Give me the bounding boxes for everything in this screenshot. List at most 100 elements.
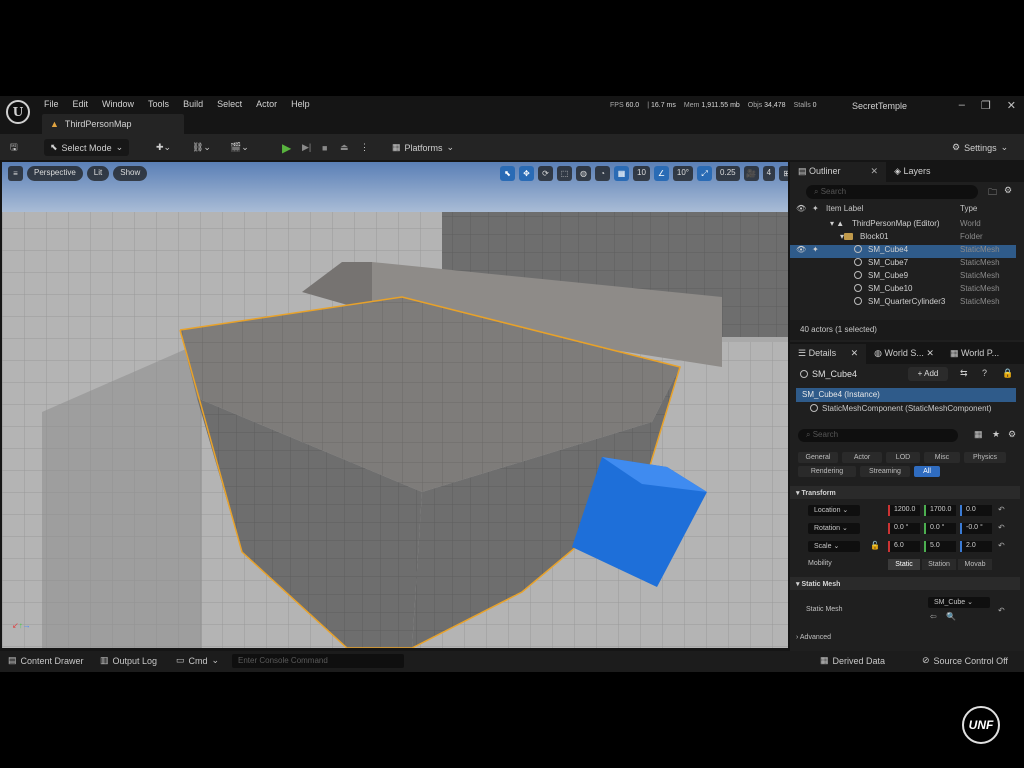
close-tab-icon[interactable]: ✕ xyxy=(871,166,879,176)
grid-view-icon[interactable]: ▦ xyxy=(974,429,983,440)
outliner-row[interactable]: SM_QuarterCylinder3 StaticMesh xyxy=(790,297,1016,310)
play-options-icon[interactable]: ⋮ xyxy=(360,139,369,156)
star-icon[interactable]: ★ xyxy=(992,429,1000,440)
rotation-snap-icon[interactable]: ∠ xyxy=(653,166,669,181)
grid-snap-value[interactable]: 10 xyxy=(633,166,650,181)
rotation-x-field[interactable]: 0.0 ° xyxy=(888,523,920,534)
menu-tools[interactable]: Tools xyxy=(148,99,169,109)
pin-icon[interactable]: ✦ xyxy=(812,245,819,254)
find-in-browser-icon[interactable]: 🔍 xyxy=(946,612,956,621)
rotation-snap-value[interactable]: 10° xyxy=(672,166,694,181)
reset-icon[interactable]: ↶ xyxy=(998,523,1005,532)
play-icon[interactable]: ▶ xyxy=(282,139,291,156)
menu-build[interactable]: Build xyxy=(183,99,203,109)
camera-speed-icon[interactable]: 🎥 xyxy=(743,166,759,181)
tab-world-partition[interactable]: ▦ World P... xyxy=(942,344,1007,364)
cmd-dropdown[interactable]: ▭ Cmd ⌄ xyxy=(176,655,219,666)
world-space-icon[interactable]: ◍ xyxy=(576,166,591,181)
lock-icon[interactable]: 🔒 xyxy=(1002,368,1013,379)
mobility-movable[interactable]: Movab xyxy=(958,559,992,570)
perspective-button[interactable]: Perspective xyxy=(27,166,83,181)
advanced-section[interactable]: › Advanced xyxy=(796,634,831,641)
select-tool-icon[interactable]: ⬉ xyxy=(500,166,515,181)
close-tab-icon[interactable]: ✕ xyxy=(851,348,859,358)
cinematics-button[interactable]: 🎬⌄ xyxy=(230,139,249,156)
source-control-button[interactable]: ⊘ Source Control Off xyxy=(922,655,1008,666)
eject-icon[interactable]: ⏏ xyxy=(340,139,349,156)
select-mode-dropdown[interactable]: ⬉ Select Mode ⌄ xyxy=(44,139,130,156)
camera-speed-value[interactable]: 4 xyxy=(762,166,776,181)
browse-icon[interactable]: ⇦ xyxy=(930,612,937,621)
tab-layers[interactable]: ◈ Layers xyxy=(886,162,938,182)
type-header[interactable]: Type xyxy=(960,204,977,213)
content-drawer-button[interactable]: ▤ Content Drawer xyxy=(8,655,84,666)
reset-icon[interactable]: ↶ xyxy=(998,541,1005,550)
platforms-button[interactable]: ▦ Platforms ⌄ xyxy=(392,139,454,156)
reset-icon[interactable]: ↶ xyxy=(998,606,1005,615)
filter-general[interactable]: General xyxy=(798,452,838,463)
location-z-field[interactable]: 0.0 xyxy=(960,505,992,516)
maximize-viewport-icon[interactable]: ⊞ xyxy=(779,166,788,181)
location-x-field[interactable]: 1200.0 xyxy=(888,505,920,516)
outliner-settings-icon[interactable]: ⚙ xyxy=(1004,185,1012,196)
hamburger-icon[interactable]: ≡ xyxy=(8,166,23,181)
details-search-input[interactable]: ⌕ Search xyxy=(798,429,958,442)
scale-snap-icon[interactable]: ⤢ xyxy=(697,166,713,181)
console-input[interactable]: Enter Console Command xyxy=(232,654,404,668)
scale-tool-icon[interactable]: ⬚ xyxy=(557,166,572,181)
filter-streaming[interactable]: Streaming xyxy=(860,466,910,477)
settings-button[interactable]: ⚙ Settings ⌄ xyxy=(952,139,1008,156)
rotate-tool-icon[interactable]: ⟳ xyxy=(538,166,553,181)
scale-dropdown[interactable]: Scale ⌄ xyxy=(808,541,860,552)
show-button[interactable]: Show xyxy=(113,166,148,181)
viewport-scene[interactable] xyxy=(2,162,788,648)
grid-snap-icon[interactable]: ▦ xyxy=(614,166,629,181)
outliner-row[interactable]: SM_Cube10 StaticMesh xyxy=(790,284,1016,297)
scale-x-field[interactable]: 6.0 xyxy=(888,541,920,552)
translate-tool-icon[interactable]: ✥ xyxy=(519,166,534,181)
mobility-static[interactable]: Static xyxy=(888,559,920,570)
minimize-icon[interactable]: – xyxy=(959,99,965,112)
menu-window[interactable]: Window xyxy=(102,99,134,109)
outliner-row-selected[interactable]: 👁 ✦ SM_Cube4 StaticMesh xyxy=(790,245,1016,258)
static-mesh-dropdown[interactable]: SM_Cube ⌄ xyxy=(928,597,990,608)
close-icon[interactable]: ✕ xyxy=(1007,99,1016,112)
outliner-row[interactable]: SM_Cube9 StaticMesh xyxy=(790,271,1016,284)
mobility-stationary[interactable]: Station xyxy=(922,559,956,570)
menu-help[interactable]: Help xyxy=(291,99,310,109)
outliner-row[interactable]: ▾ ▲ ThirdPersonMap (Editor) World xyxy=(790,219,1016,232)
filter-rendering[interactable]: Rendering xyxy=(798,466,856,477)
blueprint-icon[interactable]: ⇆ xyxy=(960,368,968,379)
instance-row[interactable]: SM_Cube4 (Instance) xyxy=(796,388,1016,402)
help-icon[interactable]: ? xyxy=(982,368,987,378)
filter-all[interactable]: All xyxy=(914,466,940,477)
filter-lod[interactable]: LOD xyxy=(886,452,920,463)
rotation-z-field[interactable]: -0.0 ° xyxy=(960,523,992,534)
derived-data-button[interactable]: ▦ Derived Data xyxy=(820,655,885,666)
rotation-dropdown[interactable]: Rotation ⌄ xyxy=(808,523,860,534)
tab-world-settings[interactable]: ◍ World S... ✕ xyxy=(866,344,942,364)
close-tab-icon[interactable]: ✕ xyxy=(926,348,934,358)
filter-actor[interactable]: Actor xyxy=(842,452,882,463)
folder-add-icon[interactable]: 🗀 xyxy=(988,185,997,201)
menu-file[interactable]: File xyxy=(44,99,59,109)
location-dropdown[interactable]: Location ⌄ xyxy=(808,505,860,516)
outliner-row[interactable]: SM_Cube7 StaticMesh xyxy=(790,258,1016,271)
step-icon[interactable]: ▶| xyxy=(302,139,311,156)
menu-actor[interactable]: Actor xyxy=(256,99,277,109)
level-viewport[interactable]: ≡ Perspective Lit Show ⬉ ✥ ⟳ ⬚ ◍ ◔ ▦ 10 … xyxy=(2,162,788,648)
stop-icon[interactable]: ■ xyxy=(322,139,327,156)
details-settings-icon[interactable]: ⚙ xyxy=(1008,429,1016,440)
tab-details[interactable]: ☰ Details ✕ xyxy=(790,344,867,364)
output-log-button[interactable]: ▥ Output Log xyxy=(100,655,157,666)
menu-select[interactable]: Select xyxy=(217,99,242,109)
outliner-search-input[interactable]: ⌕ Search xyxy=(806,185,978,199)
scale-snap-value[interactable]: 0.25 xyxy=(716,166,740,181)
component-row[interactable]: StaticMeshComponent (StaticMeshComponent… xyxy=(810,404,991,413)
location-y-field[interactable]: 1700.0 xyxy=(924,505,956,516)
filter-misc[interactable]: Misc xyxy=(924,452,960,463)
item-label-header[interactable]: Item Label xyxy=(826,204,863,213)
reset-icon[interactable]: ↶ xyxy=(998,505,1005,514)
unreal-logo-icon[interactable]: U xyxy=(6,100,30,124)
save-icon[interactable]: 🖫 xyxy=(10,139,18,156)
